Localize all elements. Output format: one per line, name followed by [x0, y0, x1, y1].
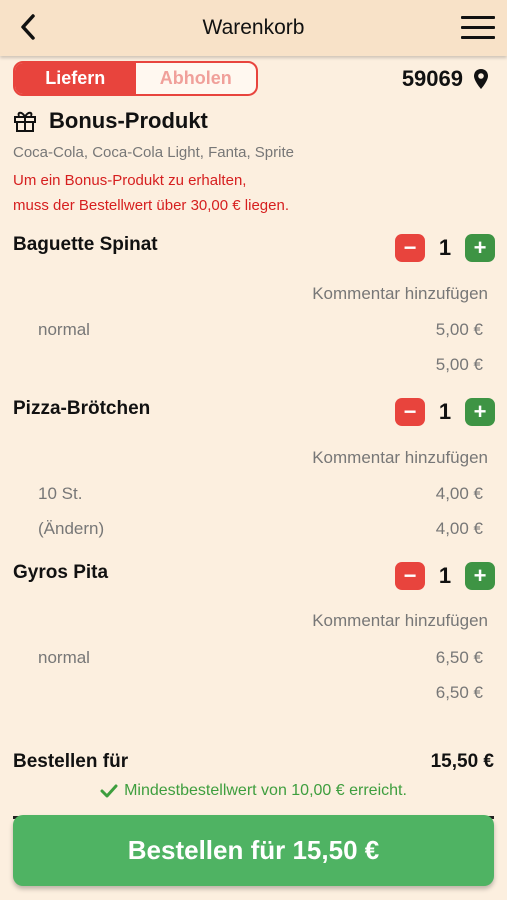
- quantity-value: 1: [438, 399, 452, 424]
- quantity-stepper: − 1 +: [395, 233, 495, 263]
- quantity-value: 1: [438, 563, 452, 588]
- order-button[interactable]: Bestellen für 15,50 €: [13, 815, 494, 886]
- order-total: 15,50 €: [430, 751, 494, 772]
- item-option-price: 6,50 €: [435, 648, 483, 667]
- item-option-price: 4,00 €: [435, 484, 483, 503]
- order-summary-label: Bestellen für: [13, 751, 129, 772]
- add-comment-link[interactable]: Kommentar hinzufügen: [312, 611, 488, 631]
- item-total: 5,00 €: [435, 355, 483, 374]
- zip-location[interactable]: 59069: [402, 66, 489, 92]
- location-pin-icon: [474, 69, 488, 89]
- cart-item-name: Gyros Pita: [13, 562, 109, 583]
- cart-item-name: Baguette Spinat: [13, 234, 158, 255]
- item-option-label: 10 St.: [38, 484, 83, 503]
- cart-item-name: Pizza-Brötchen: [13, 398, 151, 419]
- decrease-quantity-button[interactable]: −: [395, 234, 425, 262]
- item-option-label: normal: [38, 648, 90, 667]
- add-comment-link[interactable]: Kommentar hinzufügen: [312, 448, 488, 468]
- increase-quantity-button[interactable]: +: [465, 234, 495, 262]
- minimum-order-status: Mindestbestellwert von 10,00 € erreicht.: [0, 782, 507, 800]
- bonus-header: Bonus-Produkt: [13, 108, 208, 134]
- quantity-value: 1: [438, 235, 452, 260]
- zip-code: 59069: [401, 66, 463, 91]
- checkmark-icon: [100, 784, 118, 798]
- item-option-price: 5,00 €: [435, 320, 483, 339]
- increase-quantity-button[interactable]: +: [465, 398, 495, 426]
- top-bar: Warenkorb: [0, 0, 507, 56]
- bonus-title: Bonus-Produkt: [49, 108, 208, 133]
- menu-button[interactable]: [461, 16, 495, 40]
- tab-abholen[interactable]: Abholen: [136, 63, 257, 94]
- tab-liefern[interactable]: Liefern: [15, 63, 136, 94]
- decrease-quantity-button[interactable]: −: [395, 562, 425, 590]
- item-total: 6,50 €: [435, 683, 483, 702]
- quantity-stepper: − 1 +: [395, 561, 495, 591]
- bonus-note: Um ein Bonus-Produkt zu erhalten, muss d…: [13, 172, 289, 214]
- add-comment-link[interactable]: Kommentar hinzufügen: [312, 284, 488, 304]
- decrease-quantity-button[interactable]: −: [395, 398, 425, 426]
- delivery-mode-toggle: Liefern Abholen: [13, 61, 258, 96]
- gift-icon: [14, 111, 36, 132]
- change-option-link[interactable]: (Ändern): [38, 519, 104, 539]
- item-option-label: normal: [38, 320, 90, 339]
- quantity-stepper: − 1 +: [395, 397, 495, 427]
- item-total: 4,00 €: [435, 519, 483, 538]
- bonus-products: Coca-Cola, Coca-Cola Light, Fanta, Sprit…: [13, 144, 294, 161]
- increase-quantity-button[interactable]: +: [465, 562, 495, 590]
- page-title: Warenkorb: [202, 16, 305, 39]
- hamburger-icon: [461, 16, 495, 19]
